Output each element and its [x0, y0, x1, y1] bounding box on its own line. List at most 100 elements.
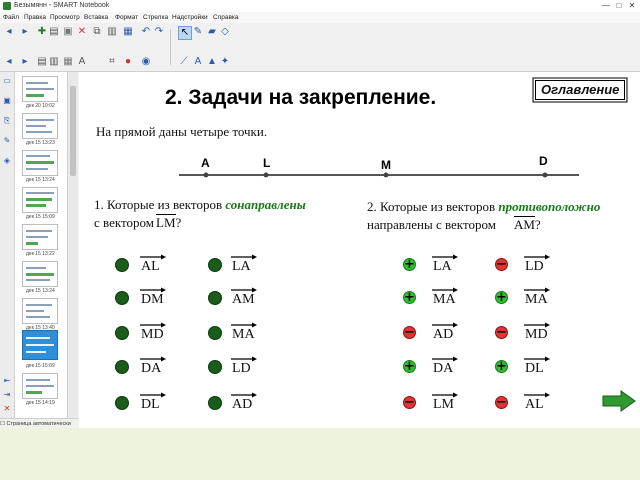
correct-plus-icon[interactable]: + — [403, 258, 416, 271]
copy-icon[interactable]: ⧉ — [91, 26, 103, 38]
vector-label: MA — [433, 292, 456, 307]
wrong-minus-icon[interactable]: − — [495, 326, 508, 339]
properties-tab-icon[interactable]: ✎ — [2, 136, 12, 146]
vector-arrow-icon — [231, 322, 257, 328]
magic-pen-icon[interactable]: ✦ — [219, 56, 231, 68]
toc-button[interactable]: Оглавление — [535, 80, 626, 100]
crop-icon[interactable]: ⌗ — [106, 56, 118, 68]
save-icon[interactable]: ▤ — [36, 56, 48, 68]
page-thumbnail[interactable] — [22, 261, 58, 287]
point-l-label: L — [263, 156, 271, 170]
menu-help[interactable]: Справка — [213, 12, 239, 23]
wrong-minus-icon[interactable]: − — [495, 258, 508, 271]
correct-plus-icon[interactable]: + — [403, 360, 416, 373]
correct-plus-icon[interactable]: + — [403, 291, 416, 304]
back-icon[interactable]: ◂ — [3, 26, 15, 38]
vector-label: MA — [525, 292, 548, 307]
camera-icon[interactable]: ◉ — [140, 56, 152, 68]
menu-view[interactable]: Просмотр — [50, 12, 80, 23]
answer-choice-dot[interactable] — [208, 291, 222, 305]
vector-label: DL — [525, 361, 544, 376]
add-page-icon[interactable]: ✚ — [36, 26, 48, 38]
page-thumbnail[interactable] — [22, 373, 58, 399]
open-icon[interactable]: ▤ — [48, 26, 60, 38]
lines-tool-icon[interactable]: ⟋ — [178, 56, 190, 68]
paste-icon[interactable]: ▥ — [106, 26, 118, 38]
slide-title: 2. Задачи на закрепление. — [165, 86, 437, 109]
answer-choice-dot[interactable] — [115, 360, 129, 374]
opposite-word: противоположно — [498, 199, 601, 214]
answer-choice-dot[interactable] — [208, 258, 222, 272]
eraser-tool-icon[interactable]: ▰ — [206, 26, 218, 38]
answer-choice-dot[interactable] — [115, 396, 129, 410]
fill-tool-icon[interactable]: ▲ — [206, 56, 218, 68]
undo-icon[interactable]: ↶ — [140, 26, 152, 38]
wrong-minus-icon[interactable]: − — [403, 396, 416, 409]
page-thumbnail[interactable] — [22, 224, 58, 250]
wrong-minus-icon[interactable]: − — [495, 396, 508, 409]
side-delete-icon[interactable]: ✕ — [2, 404, 12, 414]
page-thumbnail[interactable] — [22, 150, 58, 176]
attachments-tab-icon[interactable]: ⎘ — [2, 116, 12, 126]
addons-tab-icon[interactable]: ◈ — [2, 156, 12, 166]
page-sorter-tab-icon[interactable]: ▭ — [2, 76, 12, 86]
answer-choice-dot[interactable] — [208, 360, 222, 374]
answer-choice-dot[interactable] — [115, 326, 129, 340]
vector-arrow-icon — [524, 356, 550, 362]
vector-label: LD — [525, 259, 544, 274]
minimize-button[interactable]: — — [600, 0, 612, 12]
answer-choice-dot[interactable] — [208, 396, 222, 410]
shape-tool-icon[interactable]: ◇ — [219, 26, 231, 38]
close-button[interactable]: ✕ — [626, 0, 638, 12]
q1-question-mark: ? — [175, 215, 182, 230]
menu-file[interactable]: Файл — [3, 12, 19, 23]
sorter-icon[interactable]: ▥ — [48, 56, 60, 68]
maximize-button[interactable]: □ — [613, 0, 625, 12]
page-thumbnail[interactable] — [22, 298, 58, 324]
page-forward-icon[interactable]: ▸ — [19, 56, 31, 68]
vector-arrow-icon — [524, 392, 550, 398]
delete-icon[interactable]: ✕ — [76, 26, 88, 38]
text-icon[interactable]: A — [76, 56, 88, 68]
question1-line1: 1. Которые из векторов сонаправлены — [94, 197, 306, 212]
answer-choice-dot[interactable] — [115, 291, 129, 305]
correct-plus-icon[interactable]: + — [495, 360, 508, 373]
sorter-scrollbar[interactable] — [67, 72, 78, 424]
page-thumbnail[interactable] — [22, 113, 58, 139]
record-icon[interactable]: ● — [122, 56, 134, 68]
page-thumbnail[interactable] — [22, 76, 58, 102]
vector-label: MA — [232, 327, 255, 342]
slide-canvas[interactable]: 2. Задачи на закрепление. Оглавление На … — [79, 72, 640, 428]
vector-arrow-icon — [432, 356, 458, 362]
side-arrow-down-icon[interactable]: ⇥ — [2, 390, 12, 400]
vector-label: DA — [141, 361, 162, 376]
toolbar: ◂ ▸ ✚ ▤ ▣ ✕ ⧉ ▥ ▦ ↶ ↷ ↖ ✎ ▰ ◇ ◂ ▸ ▤ ▥ ▦ … — [0, 23, 640, 72]
print-icon[interactable]: ▣ — [62, 26, 74, 38]
select-tool-icon[interactable]: ↖ — [178, 26, 192, 40]
menu-format[interactable]: Формат — [115, 12, 138, 23]
forward-icon[interactable]: ▸ — [19, 26, 31, 38]
menu-addons[interactable]: Надстройки — [172, 12, 208, 23]
menu-edit[interactable]: Правка — [24, 12, 46, 23]
answer-choice-dot[interactable] — [115, 258, 129, 272]
page-back-icon[interactable]: ◂ — [3, 56, 15, 68]
screen-shade-icon[interactable]: ▦ — [122, 26, 134, 38]
scrollbar-thumb[interactable] — [70, 86, 76, 176]
menu-arrow[interactable]: Стрелка — [143, 12, 168, 23]
toolbar-separator — [170, 29, 171, 65]
page-thumbnail[interactable] — [22, 187, 58, 213]
text-tool-icon[interactable]: A — [192, 56, 204, 68]
side-arrow-up-icon[interactable]: ⇤ — [2, 376, 12, 386]
redo-icon[interactable]: ↷ — [153, 26, 165, 38]
number-line — [179, 172, 579, 178]
next-page-arrow-icon[interactable] — [602, 390, 636, 412]
menu-insert[interactable]: Вставка — [84, 12, 108, 23]
correct-plus-icon[interactable]: + — [495, 291, 508, 304]
status-checkbox-icon[interactable]: ☐ — [0, 421, 5, 427]
wrong-minus-icon[interactable]: − — [403, 326, 416, 339]
answer-choice-dot[interactable] — [208, 326, 222, 340]
page-thumbnail-selected[interactable] — [22, 330, 58, 360]
gallery-tab-icon[interactable]: ▣ — [2, 96, 12, 106]
table-icon[interactable]: ▦ — [62, 56, 74, 68]
pen-tool-icon[interactable]: ✎ — [192, 26, 204, 38]
